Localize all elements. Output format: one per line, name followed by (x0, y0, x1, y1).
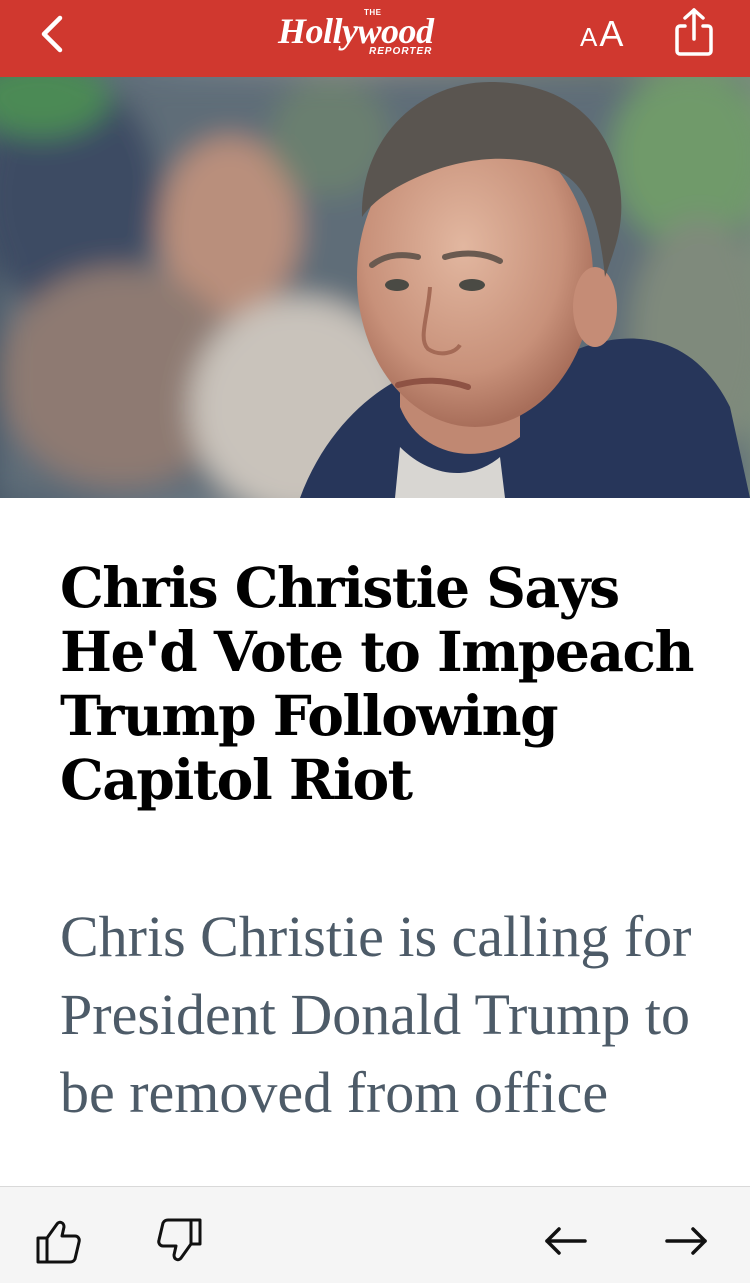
logo-sub-text: REPORTER (369, 46, 433, 57)
share-button[interactable] (670, 6, 718, 58)
arrow-right-icon (665, 1227, 707, 1255)
next-article-button[interactable] (660, 1215, 712, 1267)
article-dek: Chris Christie is calling for President … (60, 904, 692, 1125)
hero-photo-illustration (0, 77, 750, 498)
dislike-button[interactable] (154, 1215, 206, 1267)
text-size-button[interactable]: A A (580, 12, 640, 56)
like-button[interactable] (32, 1215, 84, 1267)
previous-article-button[interactable] (540, 1215, 592, 1267)
arrow-left-icon (545, 1227, 587, 1255)
publication-logo: Hollywood THE REPORTER (272, 6, 482, 62)
app-header: Hollywood THE REPORTER A A (0, 0, 750, 77)
thumbs-down-icon (157, 1218, 202, 1262)
text-size-small-glyph: A (580, 22, 598, 52)
chevron-left-icon (41, 15, 63, 53)
logo-the-text: THE (364, 8, 382, 17)
thumbs-up-icon (36, 1220, 81, 1264)
back-button[interactable] (30, 10, 74, 58)
bottom-toolbar (0, 1186, 750, 1283)
text-size-large-glyph: A (599, 13, 624, 54)
hero-photo (0, 77, 750, 498)
share-icon (675, 8, 713, 56)
article-headline: Chris Christie Says He'd Vote to Impeach… (60, 555, 694, 812)
